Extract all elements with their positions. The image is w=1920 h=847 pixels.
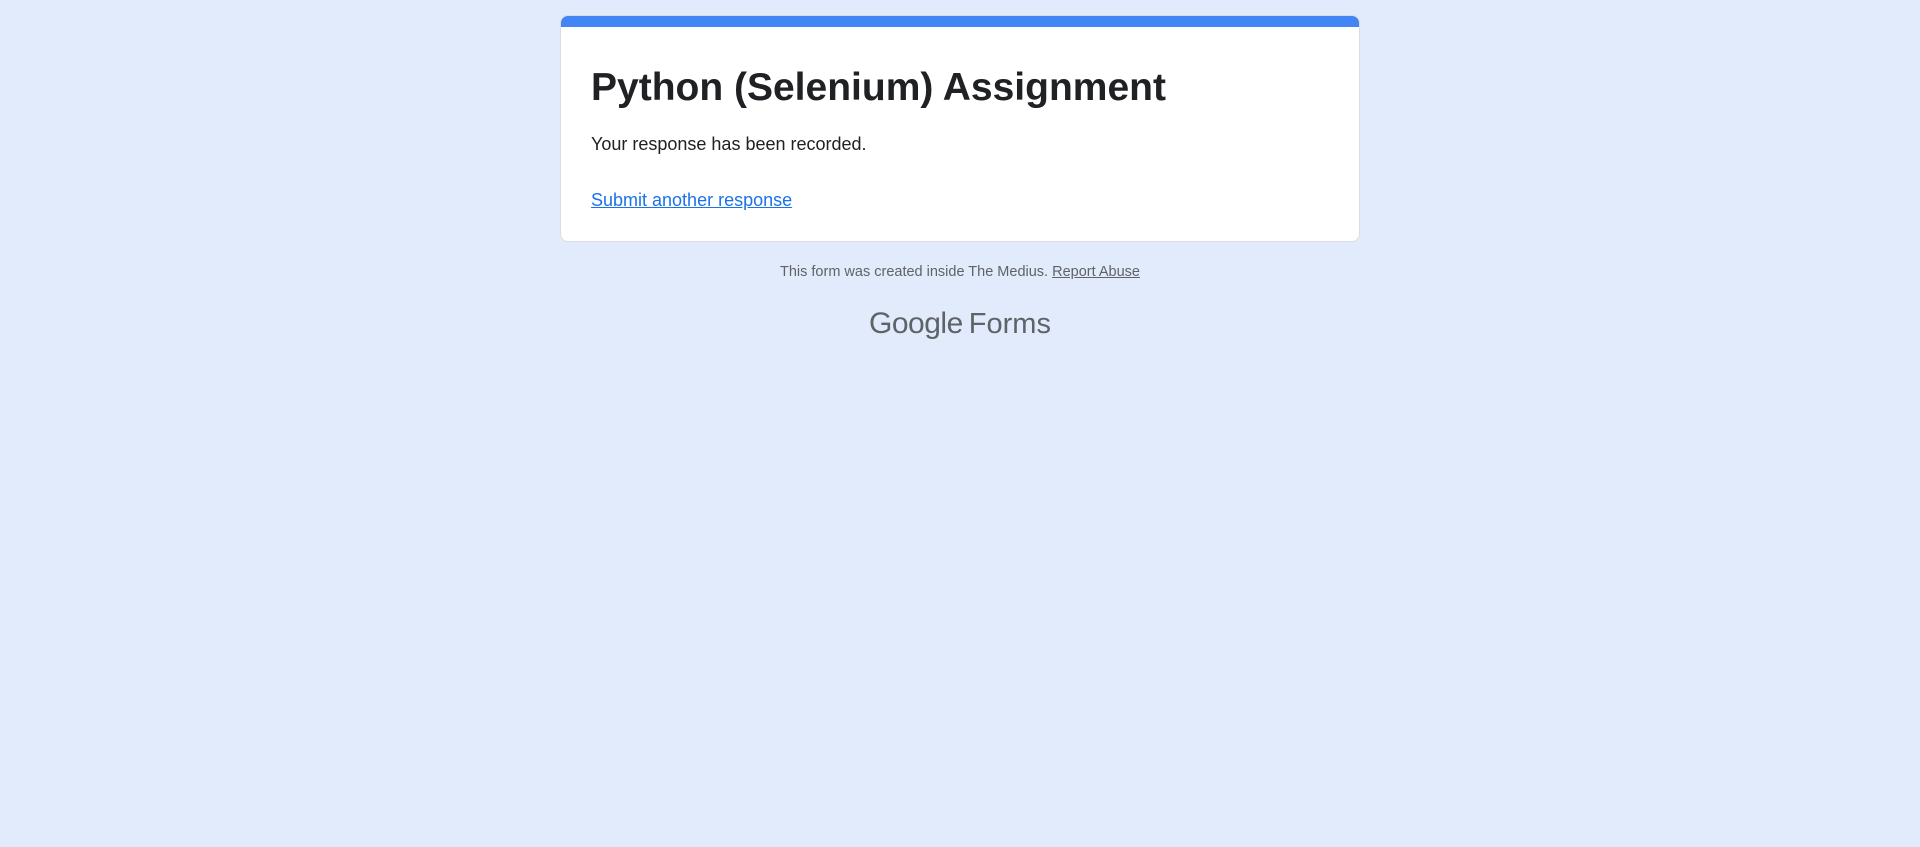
google-forms-logo[interactable]: Google Forms (560, 306, 1360, 347)
report-abuse-link[interactable]: Report Abuse (1052, 264, 1140, 280)
footer-created-inside-text: This form was created inside The Medius. (779, 264, 1049, 280)
brand-google-word: Google (869, 307, 963, 340)
footer-note: This form was created inside The Medius.… (560, 262, 1360, 282)
page: Python (Selenium) Assignment Your respon… (0, 0, 1920, 847)
card-accent-bar (561, 16, 1359, 27)
form-title: Python (Selenium) Assignment (591, 66, 1166, 109)
confirmation-message: Your response has been recorded. (591, 134, 867, 154)
confirmation-card: Python (Selenium) Assignment Your respon… (560, 15, 1360, 242)
brand-forms-word: Forms (968, 308, 1051, 340)
submit-another-response-link[interactable]: Submit another response (591, 188, 792, 212)
